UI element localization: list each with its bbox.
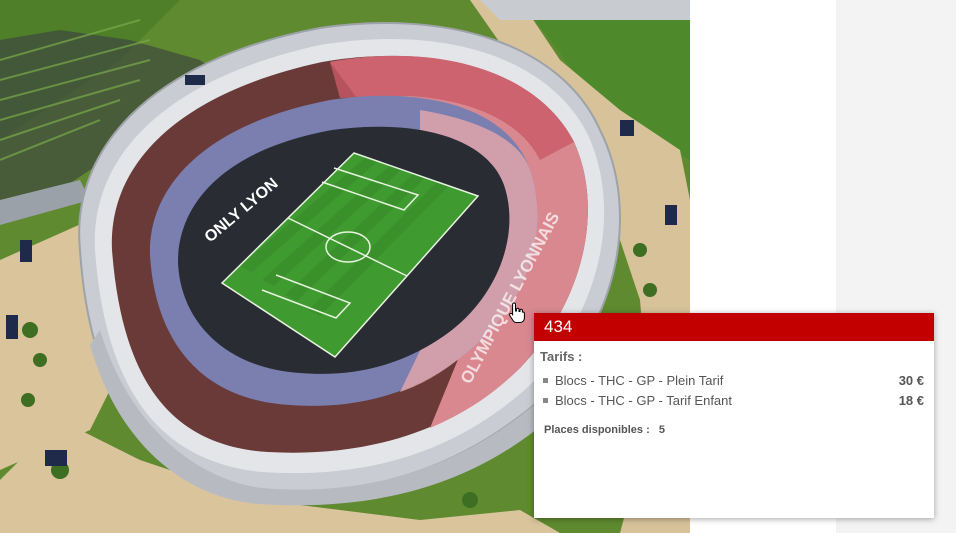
places-value: 5	[658, 424, 665, 436]
block-number: 434	[534, 313, 934, 341]
hand-pointer-icon	[509, 302, 525, 323]
places-label: Places disponibles :	[544, 424, 650, 436]
tarif-row: Blocs - THC - GP - Plein Tarif 30 €	[540, 370, 924, 390]
block-tooltip: 434 Tarifs : Blocs - THC - GP - Plein Ta…	[534, 313, 934, 518]
tooltip-body: Tarifs : Blocs - THC - GP - Plein Tarif …	[534, 341, 934, 436]
bullet-icon	[543, 377, 548, 383]
tarifs-title: Tarifs :	[540, 349, 583, 364]
tarif-row: Blocs - THC - GP - Tarif Enfant 18 €	[540, 390, 924, 410]
tarif-price: 30 €	[898, 372, 924, 388]
bullet-icon	[543, 397, 548, 403]
places-available: Places disponibles : 5	[540, 424, 924, 436]
tarif-label: Blocs - THC - GP - Plein Tarif	[555, 372, 724, 388]
tarif-label: Blocs - THC - GP - Tarif Enfant	[555, 392, 732, 408]
tarif-price: 18 €	[898, 392, 924, 408]
